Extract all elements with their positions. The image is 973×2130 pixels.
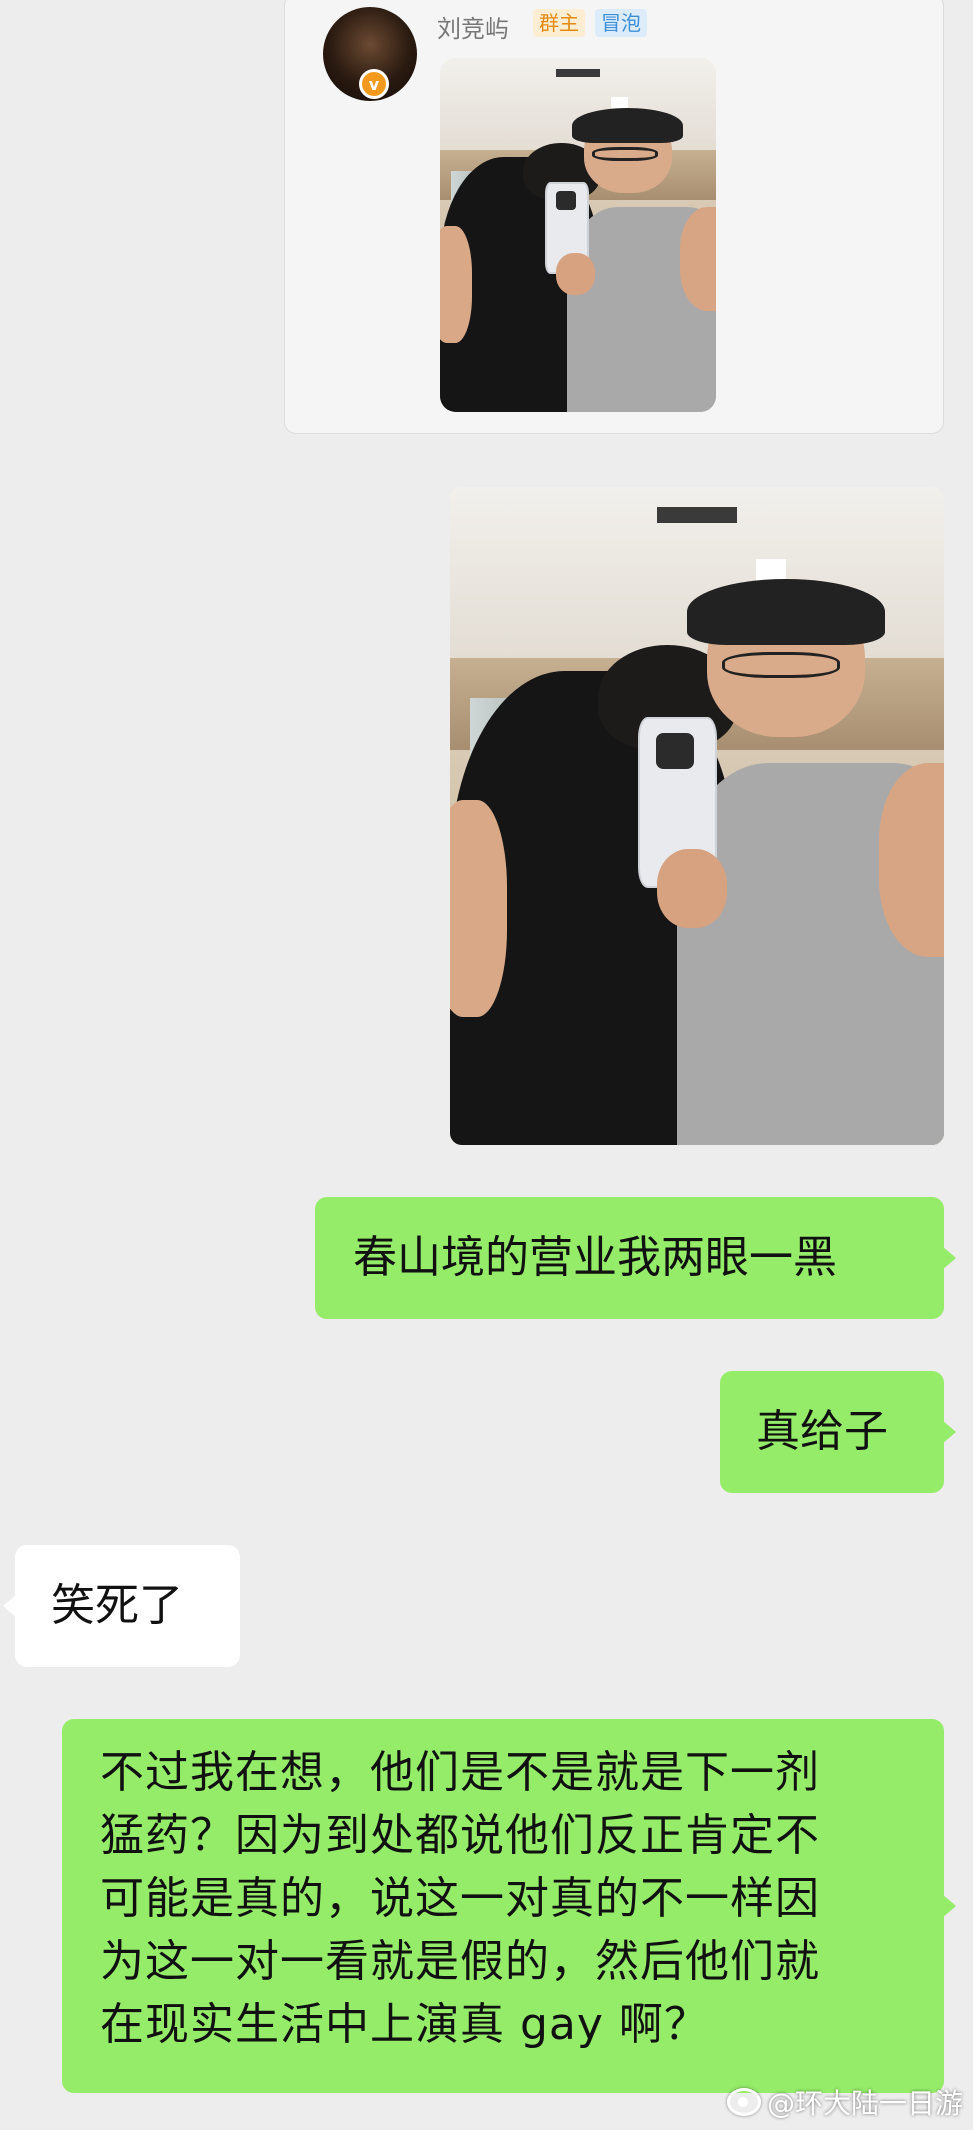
- message-line: 不过我在想，他们是不是就是下一剂: [100, 1747, 820, 1798]
- message-bubble-outgoing[interactable]: 真给子: [720, 1371, 956, 1493]
- message-line: 猛药？因为到处都说他们反正肯定不: [100, 1810, 820, 1861]
- message-bubble-incoming[interactable]: 笑死了: [3, 1545, 240, 1667]
- quoted-message-card[interactable]: v 刘竞屿 群主 冒泡: [284, 0, 944, 434]
- message-line: 在现实生活中上演真 gay 啊？: [100, 1999, 709, 2050]
- weibo-icon: [726, 2088, 761, 2116]
- message-bubble-outgoing[interactable]: 不过我在想，他们是不是就是下一剂 猛药？因为到处都说他们反正肯定不 可能是真的，…: [62, 1719, 956, 2093]
- bubble-badge: 冒泡: [595, 9, 647, 37]
- weibo-watermark: @环大陆一日游: [726, 2082, 963, 2122]
- watermark-text: @环大陆一日游: [766, 2087, 963, 2120]
- message-line: 为这一对一看就是假的，然后他们就: [100, 1936, 820, 1987]
- quoted-photo[interactable]: [440, 58, 716, 412]
- verified-badge-icon: v: [359, 69, 389, 99]
- sent-photo[interactable]: [450, 487, 944, 1145]
- group-owner-badge: 群主: [533, 9, 585, 37]
- message-bubble-outgoing[interactable]: 春山境的营业我两眼一黑: [315, 1197, 956, 1319]
- poster-name: 刘竞屿: [437, 15, 509, 43]
- message-line: 可能是真的，说这一对真的不一样因: [100, 1873, 820, 1924]
